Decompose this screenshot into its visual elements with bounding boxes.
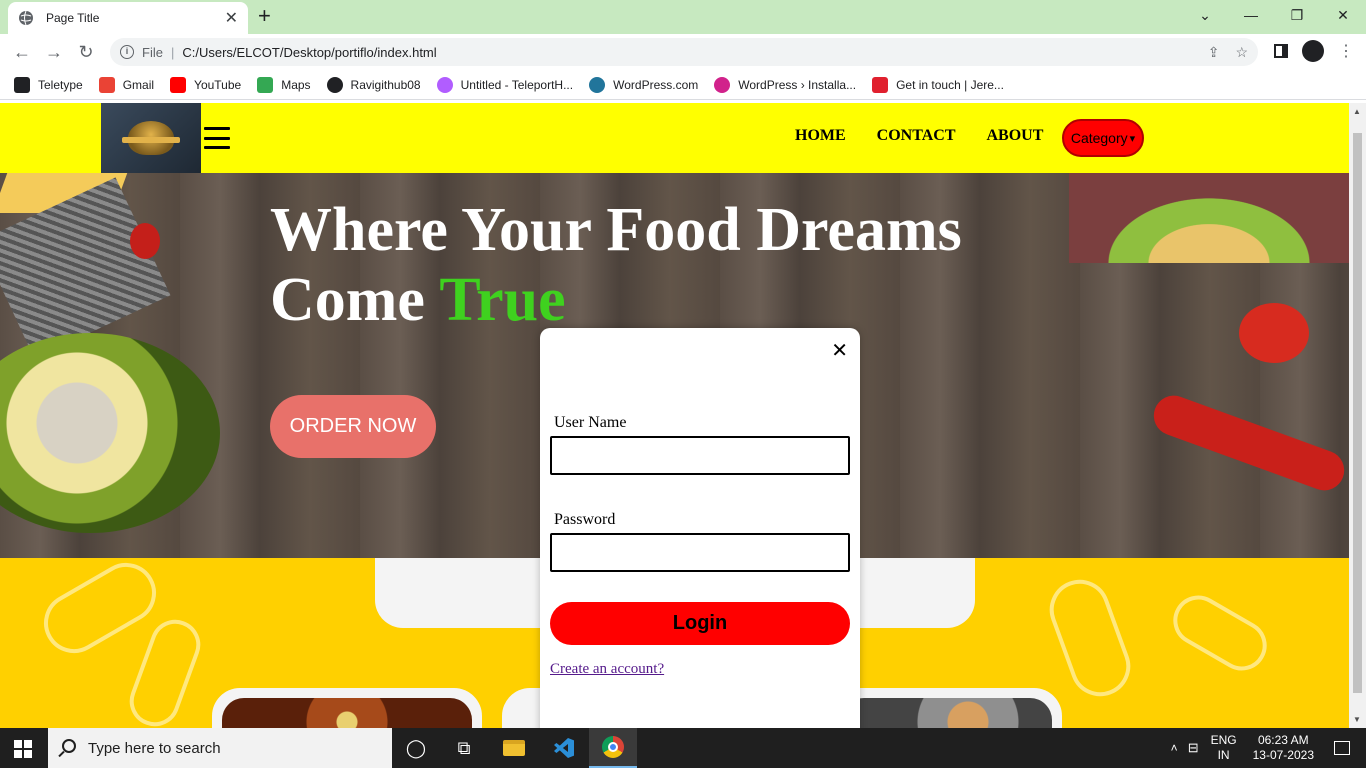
food-card-image [842,698,1052,728]
file-label: File [142,44,163,60]
cutlery-pattern [1041,571,1139,705]
bookmark-get-in-touch[interactable]: Get in touch | Jere... [872,76,1004,93]
chevron-down-icon[interactable]: ⌄ [1182,0,1228,30]
new-tab-icon[interactable]: + [258,4,271,28]
bookmark-teletype[interactable]: Teletype [14,76,83,93]
bookmark-github[interactable]: Ravigithub08 [326,76,421,93]
username-label: User Name [554,414,627,431]
avocado-image [0,333,220,533]
gmail-icon [98,76,115,93]
star-icon[interactable]: ☆ [1235,44,1248,61]
url-text[interactable]: C:/Users/ELCOT/Desktop/portiflo/index.ht… [182,45,1191,60]
clock-time: 06:23 AM [1257,733,1309,747]
bookmarks-bar: Teletype Gmail YouTube Maps Ravigithub08… [0,70,1366,100]
password-label: Password [554,511,616,528]
nav-home-link[interactable]: HOME [795,127,846,145]
restore-icon[interactable]: ❐ [1274,0,1320,30]
chrome-icon[interactable] [589,728,637,768]
browser-tab-strip: Page Title ✕ + ⌄ — ❐ ✕ [0,0,1366,34]
notification-icon[interactable] [1334,741,1350,755]
bookmark-youtube[interactable]: YouTube [170,76,241,93]
network-icon[interactable]: ⊟ [1188,740,1199,756]
contact-site-icon [872,76,889,93]
pepper-image [130,223,160,259]
password-input[interactable] [550,533,850,572]
hero-title-prefix: Come [270,266,440,334]
back-icon[interactable]: ← [10,40,34,64]
wordpress-icon [589,76,606,93]
cutlery-pattern [1164,586,1276,680]
bookmark-wordpress-com[interactable]: WordPress.com [589,76,698,93]
close-window-icon[interactable]: ✕ [1320,0,1366,30]
github-icon [326,76,343,93]
chili-image [1148,390,1349,496]
order-now-button[interactable]: ORDER NOW [270,395,436,458]
scroll-up-icon[interactable]: ▲ [1353,107,1361,116]
site-logo[interactable] [101,103,201,173]
info-icon[interactable]: i [120,45,134,59]
forward-icon[interactable]: → [42,40,66,64]
hero-title: Where Your Food Dreams Come True [270,195,962,335]
separator: | [170,44,175,60]
food-card-image [222,698,472,728]
windows-taskbar: Type here to search ◯ ⧉ ˄ ⊟ ENG IN 06:23… [0,728,1366,768]
chevron-up-icon[interactable]: ˄ [1171,741,1178,755]
page-scrollbar[interactable]: ▲ ▼ [1349,103,1366,728]
hamburger-menu-icon[interactable] [204,127,230,149]
scrollbar-thumb[interactable] [1353,133,1362,693]
hero-title-accent: True [439,266,566,334]
globe-icon [19,10,33,26]
taco-image [1069,173,1349,263]
address-bar[interactable]: i File | C:/Users/ELCOT/Desktop/portiflo… [110,38,1258,66]
hero-title-line1: Where Your Food Dreams [270,196,962,264]
vscode-icon[interactable] [540,728,588,768]
share-icon[interactable]: ⇪ [1208,44,1220,61]
bookmark-teleporthq[interactable]: Untitled - TeleportH... [436,76,573,93]
nav-about-link[interactable]: ABOUT [987,127,1044,145]
windows-start-icon[interactable] [14,740,32,758]
side-panel-icon[interactable] [1274,44,1288,58]
wordpress-install-icon [714,76,731,93]
reload-icon[interactable]: ↻ [74,40,98,64]
tab-title: Page Title [46,11,100,25]
tomato-image [1239,303,1309,363]
chevron-down-icon: ▾ [1129,132,1136,145]
avatar[interactable] [1302,40,1324,62]
teleporthq-icon [436,76,453,93]
language-indicator[interactable]: ENG IN [1211,733,1237,763]
scroll-down-icon[interactable]: ▼ [1353,715,1361,724]
minimize-icon[interactable]: — [1228,0,1274,30]
category-label: Category [1070,130,1128,146]
browser-tab[interactable]: Page Title ✕ [8,2,248,34]
cutlery-pattern [122,612,208,728]
login-modal: ✕ User Name Password Login Create an acc… [540,328,860,728]
food-card[interactable] [212,688,482,728]
category-dropdown[interactable]: Category ▾ [1062,119,1144,157]
page-viewport: HOME CONTACT ABOUT Category ▾ Where Your… [0,103,1349,728]
youtube-icon [170,76,187,93]
nav-contact-link[interactable]: CONTACT [877,127,956,145]
maps-icon [257,76,274,93]
teletype-icon [14,76,30,93]
search-placeholder: Type here to search [88,739,221,757]
username-input[interactable] [550,436,850,475]
more-menu-icon[interactable]: ⋮ [1338,41,1354,61]
taskbar-search[interactable]: Type here to search [48,728,392,768]
browser-toolbar: ← → ↻ i File | C:/Users/ELCOT/Desktop/po… [0,34,1366,70]
file-explorer-icon[interactable] [490,728,538,768]
create-account-link[interactable]: Create an account? [550,661,664,678]
cortana-icon[interactable]: ◯ [392,728,440,768]
task-view-icon[interactable]: ⧉ [440,728,488,768]
search-icon [62,739,76,753]
site-navbar: HOME CONTACT ABOUT Category ▾ [0,103,1349,173]
bookmark-wordpress-install[interactable]: WordPress › Installa... [714,76,856,93]
login-button[interactable]: Login [550,602,850,645]
close-icon[interactable]: ✕ [831,338,848,363]
clock[interactable]: 06:23 AM 13-07-2023 [1253,733,1314,763]
bookmark-maps[interactable]: Maps [257,76,311,93]
clock-date: 13-07-2023 [1252,748,1314,762]
food-bowl-icon [122,121,180,155]
close-tab-icon[interactable]: ✕ [225,8,238,28]
bookmark-gmail[interactable]: Gmail [98,76,154,93]
